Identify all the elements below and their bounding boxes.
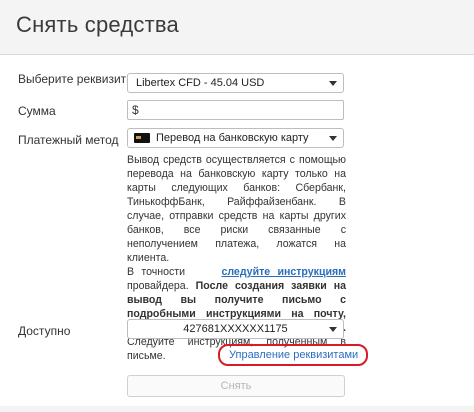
requisites-select[interactable]: Libertex CFD - 45.04 USD — [127, 73, 344, 93]
chevron-down-icon — [329, 81, 337, 86]
requisites-select-value: Libertex CFD - 45.04 USD — [136, 77, 265, 89]
instructions-link[interactable]: следуйте инструкциям — [221, 266, 346, 278]
available-card-value: 427681XXXXXX1175 — [183, 323, 288, 335]
chevron-down-icon — [329, 136, 337, 141]
description-text: провайдера. — [127, 280, 189, 292]
amount-label: Сумма — [18, 104, 56, 118]
description-text: В точности — [127, 266, 186, 278]
page-header: Снять средства — [0, 0, 474, 54]
payment-method-value: Перевод на банковскую карту — [156, 132, 309, 144]
manage-requisites-link[interactable]: Управление реквизитами — [229, 349, 358, 361]
bank-card-icon — [134, 133, 150, 143]
header-divider — [0, 54, 474, 55]
payment-method-select[interactable]: Перевод на банковскую карту — [127, 128, 344, 148]
available-card-select[interactable]: 427681XXXXXX1175 — [127, 319, 344, 339]
payment-method-label: Платежный метод — [18, 133, 119, 147]
amount-input[interactable]: $ — [127, 100, 344, 120]
chevron-down-icon — [329, 327, 337, 332]
available-label: Доступно — [18, 324, 71, 338]
withdraw-button[interactable]: Снять — [127, 375, 345, 397]
page-title: Снять средства — [16, 12, 179, 37]
currency-prefix: $ — [132, 103, 139, 117]
requisites-label: Выберите реквизиты — [18, 72, 135, 86]
description-paragraph-1: Вывод средств осуществляется с помощью п… — [127, 154, 346, 264]
footer-bar — [0, 406, 474, 412]
